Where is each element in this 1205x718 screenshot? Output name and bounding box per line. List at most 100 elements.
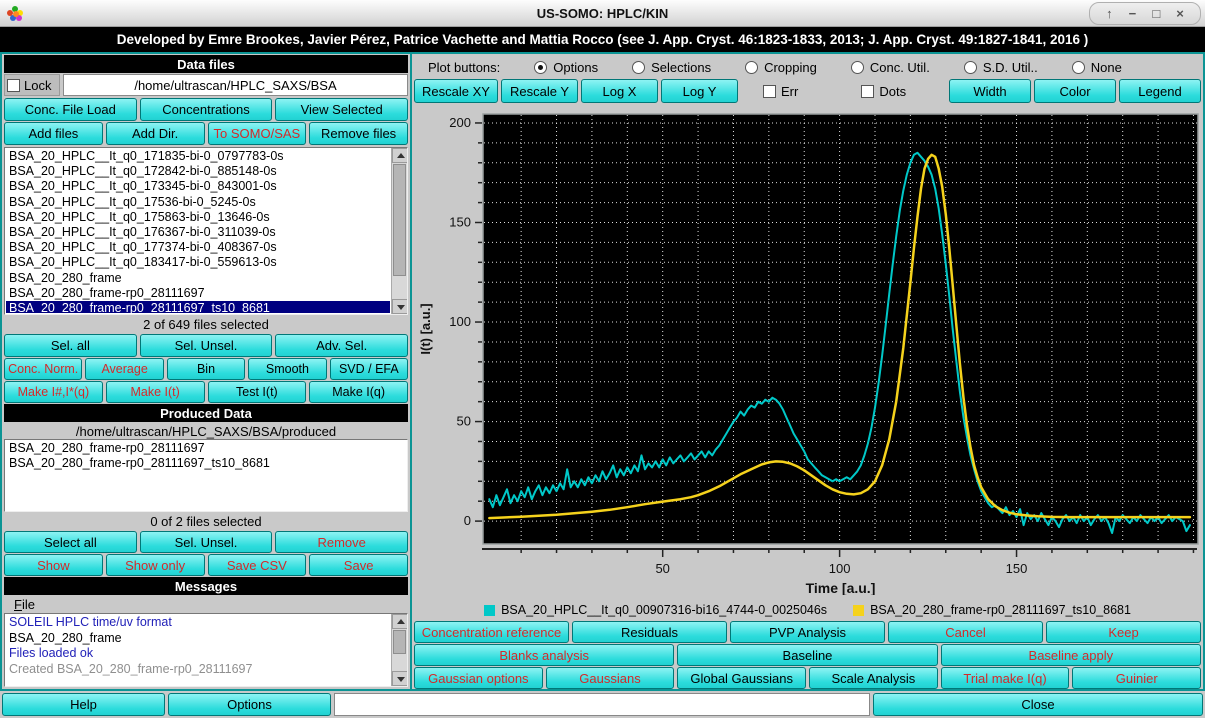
width-button[interactable]: Width <box>949 79 1031 103</box>
scroll-down-icon[interactable] <box>392 671 407 686</box>
dots-checkbox-item[interactable]: Dots <box>861 84 906 99</box>
trial-make-i-q-button[interactable]: Trial make I(q) <box>940 667 1070 689</box>
save-button[interactable]: Save <box>309 554 408 576</box>
list-item[interactable]: BSA_20_HPLC__It_q0_177374-bi-0_408367-0s <box>6 240 390 255</box>
minimize-button[interactable]: − <box>1129 7 1137 20</box>
concentrations-button[interactable]: Concentrations <box>139 98 273 121</box>
bin-button[interactable]: Bin <box>166 358 246 380</box>
list-item[interactable]: BSA_20_280_frame-rp0_28111697 <box>6 441 406 456</box>
radio-cropping[interactable]: Cropping <box>745 60 817 75</box>
options-button[interactable]: Options <box>168 693 331 716</box>
pvp-analysis-button[interactable]: PVP Analysis <box>730 621 885 643</box>
conc-file-load-button[interactable]: Conc. File Load <box>4 98 137 121</box>
smooth-button[interactable]: Smooth <box>248 358 327 380</box>
list-item[interactable]: BSA_20_HPLC__It_q0_176367-bi-0_311039-0s <box>6 225 390 240</box>
log-y-button[interactable]: Log Y <box>661 79 738 103</box>
radio-selections[interactable]: Selections <box>632 60 711 75</box>
test-i-t-button[interactable]: Test I(t) <box>207 381 307 403</box>
sel-unsel-button[interactable]: Sel. Unsel. <box>139 334 273 357</box>
remove-files-button[interactable]: Remove files <box>309 122 408 145</box>
residuals-button[interactable]: Residuals <box>572 621 727 643</box>
err-checkbox[interactable] <box>763 84 776 98</box>
close-button[interactable]: × <box>1176 7 1184 20</box>
keep-button[interactable]: Keep <box>1046 621 1201 643</box>
help-button[interactable]: Help <box>2 693 165 716</box>
make-i-q-button[interactable]: Make I(q) <box>309 381 408 403</box>
rescale-y-button[interactable]: Rescale Y <box>501 79 578 103</box>
blanks-analysis-button[interactable]: Blanks analysis <box>414 644 675 666</box>
radio-icon[interactable] <box>534 60 548 74</box>
color-button[interactable]: Color <box>1034 79 1116 103</box>
list-item[interactable]: BSA_20_HPLC__It_q0_171835-bi-0_0797783-0… <box>6 149 390 164</box>
show-only-button[interactable]: Show only <box>105 554 205 576</box>
scrollbar-thumb[interactable] <box>393 164 406 276</box>
make-i-t-button[interactable]: Make I(t) <box>105 381 205 403</box>
average-button[interactable]: Average <box>85 358 164 380</box>
radio-options[interactable]: Options <box>534 60 598 75</box>
scrollbar-thumb[interactable] <box>393 630 406 654</box>
err-checkbox-item[interactable]: Err <box>763 84 798 99</box>
radio-conc-util[interactable]: Conc. Util. <box>850 60 930 75</box>
list-item[interactable]: BSA_20_HPLC__It_q0_173345-bi-0_843001-0s <box>6 179 390 194</box>
baseline-apply-button[interactable]: Baseline apply <box>940 644 1201 666</box>
list-item[interactable]: BSA_20_280_frame <box>6 271 390 286</box>
concentration-reference-button[interactable]: Concentration reference <box>414 621 569 643</box>
gaussians-button[interactable]: Gaussians <box>545 667 675 689</box>
data-files-list[interactable]: BSA_20_HPLC__It_q0_171835-bi-0_0797783-0… <box>4 147 408 315</box>
scroll-up-icon[interactable] <box>392 148 407 163</box>
conc-norm-button[interactable]: Conc. Norm. <box>4 358 83 380</box>
dots-checkbox[interactable] <box>861 84 875 98</box>
maximize-button[interactable]: □ <box>1152 7 1160 20</box>
lock-control[interactable]: Lock <box>4 74 60 96</box>
list-item[interactable]: BSA_20_HPLC__It_q0_175863-bi-0_13646-0s <box>6 210 390 225</box>
make-i-i-q-button[interactable]: Make I#,I*(q) <box>4 381 103 403</box>
radio-icon[interactable] <box>850 60 864 74</box>
list-item[interactable]: BSA_20_HPLC__It_q0_183417-bi-0_559613-0s <box>6 255 390 270</box>
add-dir-button[interactable]: Add Dir. <box>105 122 205 145</box>
messages-scrollbar[interactable] <box>391 614 407 686</box>
list-item[interactable]: BSA_20_HPLC__It_q0_172842-bi-0_885148-0s <box>6 164 390 179</box>
radio-none[interactable]: None <box>1071 60 1122 75</box>
log-x-button[interactable]: Log X <box>581 79 658 103</box>
lock-checkbox[interactable] <box>7 78 20 92</box>
scroll-up-icon[interactable] <box>392 614 407 629</box>
close-button[interactable]: Close <box>873 693 1203 716</box>
produced-data-list[interactable]: BSA_20_280_frame-rp0_28111697 BSA_20_280_… <box>4 439 408 512</box>
view-selected-button[interactable]: View Selected <box>275 98 409 121</box>
messages-box[interactable]: SOLEIL HPLC time/uv format BSA_20_280_fra… <box>4 613 408 687</box>
radio-icon[interactable] <box>632 60 646 74</box>
list-item[interactable]: BSA_20_280_frame-rp0_28111697_ts10_8681 <box>6 301 390 313</box>
rollup-button[interactable]: ↑ <box>1106 7 1113 20</box>
baseline-button[interactable]: Baseline <box>677 644 938 666</box>
plot-canvas[interactable]: 50 100 150 Time [a.u.] 0 50 100 150 200 I(t) [a.u… <box>414 103 1203 596</box>
add-files-button[interactable]: Add files <box>4 122 103 145</box>
gaussian-options-button[interactable]: Gaussian options <box>414 667 543 689</box>
sel-all-button[interactable]: Sel. all <box>4 334 137 357</box>
rescale-xy-button[interactable]: Rescale XY <box>414 79 498 103</box>
list-item[interactable]: BSA_20_280_frame-rp0_28111697_ts10_8681 <box>6 456 406 471</box>
adv-sel-button[interactable]: Adv. Sel. <box>275 334 409 357</box>
remove-button[interactable]: Remove <box>275 531 409 553</box>
to-somo-sas-button[interactable]: To SOMO/SAS <box>207 122 307 145</box>
save-csv-button[interactable]: Save CSV <box>207 554 307 576</box>
radio-icon[interactable] <box>745 60 759 74</box>
cancel-button[interactable]: Cancel <box>888 621 1043 643</box>
scale-analysis-button[interactable]: Scale Analysis <box>809 667 938 689</box>
legend-button[interactable]: Legend <box>1119 79 1201 103</box>
svd-efa-button[interactable]: SVD / EFA <box>329 358 409 380</box>
radio-icon[interactable] <box>963 60 977 74</box>
list-item[interactable]: BSA_20_HPLC__It_q0_17536-bi-0_5245-0s <box>6 195 390 210</box>
show-button[interactable]: Show <box>4 554 103 576</box>
file-menu[interactable]: File <box>4 595 408 613</box>
global-gaussians-button[interactable]: Global Gaussians <box>677 667 807 689</box>
data-files-path[interactable]: /home/ultrascan/HPLC_SAXS/BSA <box>63 74 408 96</box>
radio-icon[interactable] <box>1071 60 1085 74</box>
select-all-button[interactable]: Select all <box>4 531 137 553</box>
data-files-scrollbar[interactable] <box>391 148 407 314</box>
guinier-button[interactable]: Guinier <box>1072 667 1202 689</box>
radio-s-d-util[interactable]: S.D. Util.. <box>963 60 1038 75</box>
list-item[interactable]: BSA_20_280_frame-rp0_28111697 <box>6 286 390 301</box>
title-bar[interactable]: US-SOMO: HPLC/KIN ↑ − □ × <box>0 0 1205 27</box>
sel-unsel-button[interactable]: Sel. Unsel. <box>139 531 273 553</box>
scroll-down-icon[interactable] <box>392 299 407 314</box>
